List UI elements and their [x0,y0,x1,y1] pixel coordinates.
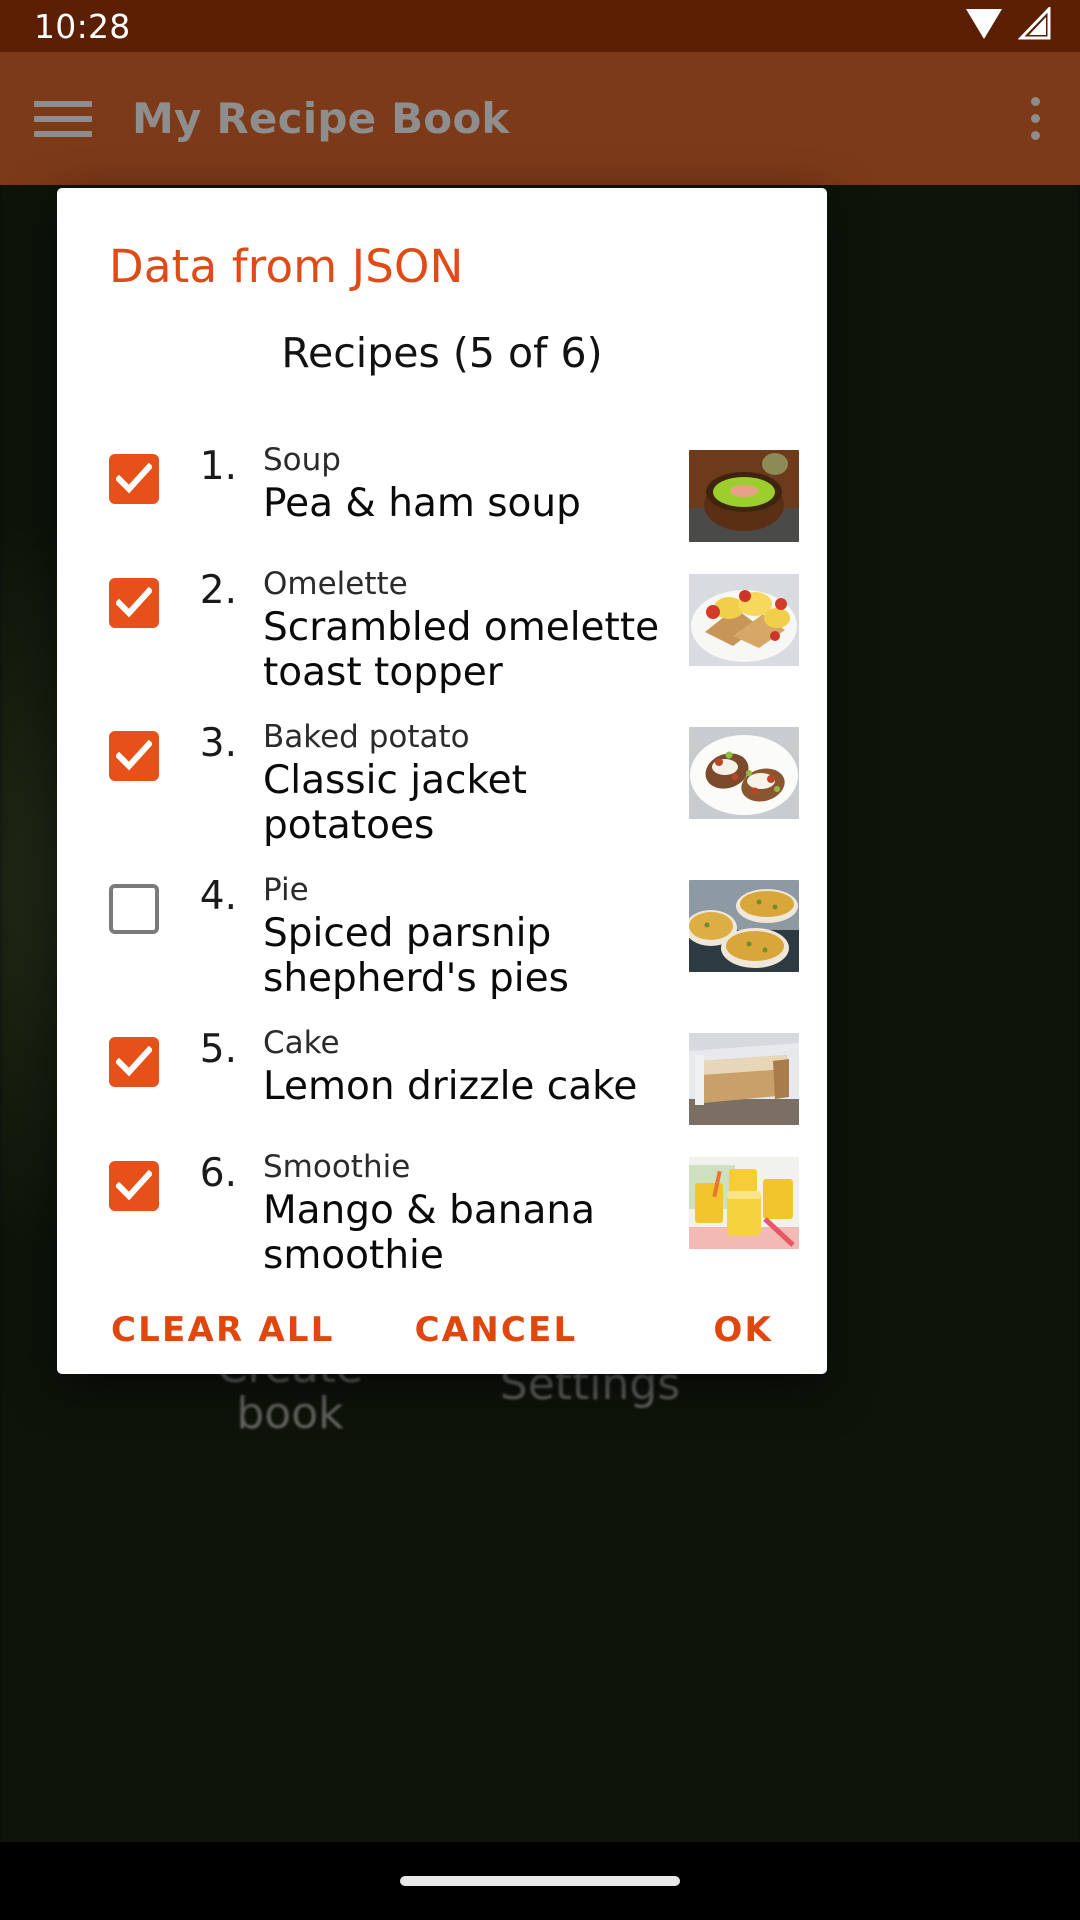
recipe-text-block: Omelette Scrambled omelette toast topper [263,566,673,695]
hamburger-menu-icon[interactable] [34,97,92,141]
recipe-category: Baked potato [263,719,470,756]
recipe-name: Spiced parsnip shepherd's pies [263,910,569,1001]
hamburger-line [34,130,92,137]
recipe-index: 1. [199,444,237,489]
recipe-checkbox[interactable] [109,578,159,628]
recipe-name: Pea & ham soup [263,480,581,526]
recipe-category: Pie [263,872,309,909]
overflow-dot [1031,114,1040,123]
dialog-title: Data from JSON [109,240,464,293]
recipe-checkbox[interactable] [109,1037,159,1088]
status-bar: 10:28 [0,0,1080,52]
app-bar: My Recipe Book [0,52,1080,185]
recipe-checkbox[interactable] [109,884,159,935]
recipe-name: Lemon drizzle cake [263,1063,638,1109]
recipe-list-item[interactable]: 3. Baked potato Classic jacket potatoes [57,719,827,848]
signal-icon [1017,5,1052,45]
status-bar-icons [964,5,1052,45]
app-title: My Recipe Book [132,94,510,143]
dialog-action-bar: CLEAR ALL CANCEL OK [57,1302,827,1414]
ok-button[interactable]: OK [711,1302,775,1358]
recipe-category: Cake [263,1025,340,1062]
recipe-list-item[interactable]: 2. Omelette Scrambled omelette toast toppe… [57,566,827,695]
hamburger-line [34,115,92,122]
recipe-text-block: Baked potato Classic jacket potatoes [263,719,673,848]
recipe-index: 2. [199,568,237,613]
recipes-count-title: Recipes (5 of 6) [281,329,603,377]
lemon-drizzle-cake-thumbnail [689,1033,799,1126]
recipe-name: Classic jacket potatoes [263,757,527,848]
recipe-checkbox[interactable] [109,454,159,504]
recipe-checkbox[interactable] [109,1161,159,1212]
recipe-checkbox[interactable] [109,731,159,782]
recipe-index: 4. [199,874,237,920]
recipe-category: Omelette [263,566,408,602]
jacket-potatoes-thumbnail [689,727,799,820]
overflow-menu-icon[interactable] [1017,87,1054,150]
overflow-dot [1031,131,1040,140]
recipe-index: 6. [199,1151,237,1197]
overflow-dot [1031,97,1040,106]
system-navigation-bar [0,1842,1080,1920]
recipe-list-item[interactable]: 4. Pie Spiced parsnip shepherd's pies [57,872,827,1001]
mango-banana-smoothie-thumbnail [689,1157,799,1250]
pea-ham-soup-thumbnail [689,450,799,542]
scrambled-omelette-toast-thumbnail [689,574,799,666]
phone-screen: Create book Settings 10:28 My Recipe Boo… [0,0,1080,1920]
cancel-button[interactable]: CANCEL [413,1302,580,1358]
status-bar-clock: 10:28 [34,6,131,46]
data-from-json-dialog: Data from JSON Recipes (5 of 6) 1. Soup Pe… [57,188,827,1374]
recipe-text-block: Pie Spiced parsnip shepherd's pies [263,872,673,1001]
recipe-list: 1. Soup Pea & ham soup 2. Omelette Scrambled… [57,404,827,1302]
clear-all-button[interactable]: CLEAR ALL [109,1302,337,1358]
recipe-text-block: Soup Pea & ham soup [263,442,673,526]
recipe-list-item[interactable]: 1. Soup Pea & ham soup [57,442,827,542]
recipe-category: Soup [263,442,341,478]
recipe-list-item[interactable]: 5. Cake Lemon drizzle cake [57,1025,827,1126]
home-gesture-pill[interactable] [400,1876,680,1886]
recipe-category: Smoothie [263,1149,411,1186]
recipe-list-item[interactable]: 6. Smoothie Mango & banana smoothie [57,1149,827,1278]
recipe-name: Mango & banana smoothie [263,1187,595,1278]
hamburger-line [34,100,92,107]
recipe-index: 3. [199,721,237,767]
recipe-text-block: Smoothie Mango & banana smoothie [263,1149,673,1278]
wifi-icon [964,7,1004,45]
shepherds-pies-thumbnail [689,880,799,973]
recipe-name: Scrambled omelette toast topper [263,604,660,695]
recipe-index: 5. [199,1027,237,1073]
recipe-text-block: Cake Lemon drizzle cake [263,1025,673,1109]
